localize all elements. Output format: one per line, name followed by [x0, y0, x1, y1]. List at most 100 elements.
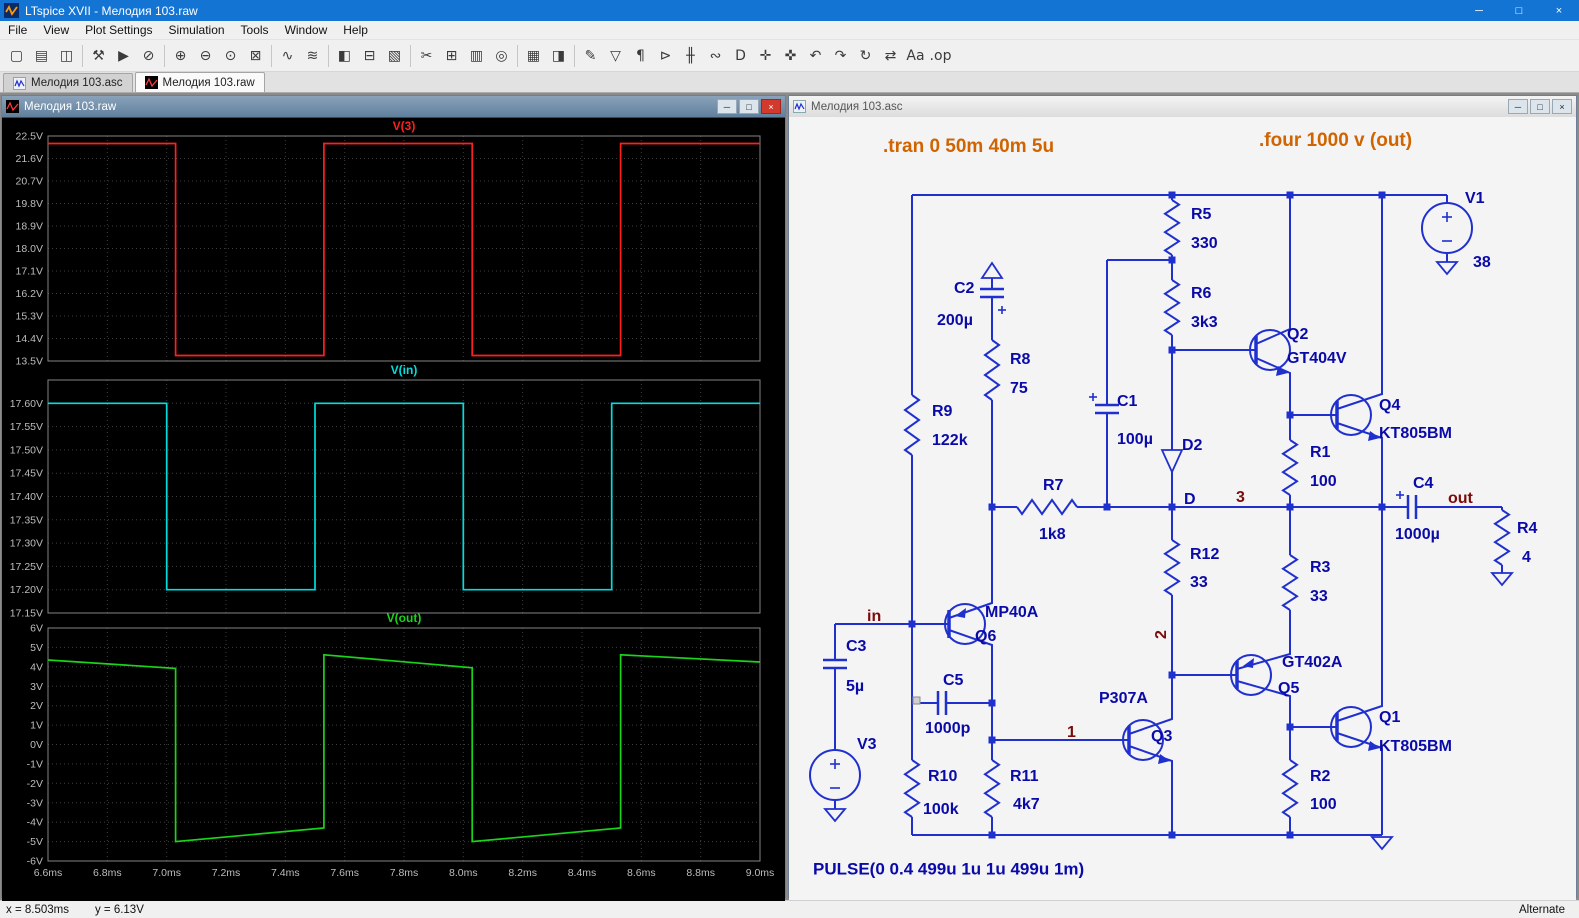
c4-value[interactable]: 1000µ — [1395, 526, 1440, 543]
paste-icon[interactable]: ▥ — [464, 43, 489, 69]
place-label-icon[interactable]: ¶ — [628, 43, 653, 69]
place-ground-icon[interactable]: ▽ — [603, 43, 628, 69]
r5-value[interactable]: 330 — [1191, 235, 1218, 252]
menu-tools[interactable]: Tools — [233, 21, 277, 39]
q2-value[interactable]: GT404V — [1287, 350, 1347, 367]
undo-icon[interactable]: ↶ — [803, 43, 828, 69]
trace-title[interactable]: V(out) — [387, 611, 422, 625]
r1-name[interactable]: R1 — [1310, 444, 1331, 461]
q6-value[interactable]: MP40A — [985, 604, 1039, 621]
r6-value[interactable]: 3k3 — [1191, 314, 1218, 331]
d2-name[interactable]: D2 — [1182, 437, 1203, 454]
r12-name[interactable]: R12 — [1190, 546, 1219, 563]
q3-value[interactable]: P307A — [1099, 690, 1148, 707]
symbol-outline[interactable] — [1370, 836, 1394, 851]
q4-name[interactable]: Q4 — [1379, 397, 1400, 414]
resistor-symbol[interactable] — [903, 759, 921, 818]
trace-title[interactable]: V(in) — [391, 363, 418, 377]
minimize-icon[interactable]: ─ — [717, 99, 737, 114]
v1-value[interactable]: 38 — [1473, 254, 1491, 271]
v1-name[interactable]: V1 — [1465, 190, 1485, 207]
net-label-3[interactable]: 3 — [1236, 489, 1245, 506]
resistor-symbol[interactable] — [1281, 439, 1299, 496]
zoom-full-extents-icon[interactable]: ⊙ — [218, 43, 243, 69]
restore-icon[interactable]: □ — [1530, 99, 1550, 114]
tab-melodia-raw[interactable]: Мелодия 103.raw — [134, 72, 265, 92]
print-icon[interactable]: ▦ — [521, 43, 546, 69]
resistor-symbol[interactable] — [903, 394, 921, 456]
open-file-icon[interactable]: ▤ — [29, 43, 54, 69]
schematic-window-titlebar[interactable]: Мелодия 103.asc ─ □ × — [789, 96, 1576, 117]
tile-vertically-icon[interactable]: ◧ — [332, 43, 357, 69]
close-icon[interactable]: × — [1552, 99, 1572, 114]
net-label-in[interactable]: in — [867, 608, 881, 625]
minimize-icon[interactable]: ─ — [1508, 99, 1528, 114]
symbol-outline[interactable] — [1435, 261, 1459, 276]
r7-name[interactable]: R7 — [1043, 477, 1064, 494]
q5-value[interactable]: GT402A — [1282, 654, 1343, 671]
close-icon[interactable]: × — [761, 99, 781, 114]
move-icon[interactable]: ✛ — [753, 43, 778, 69]
place-component-icon[interactable]: D — [728, 43, 753, 69]
r7-value[interactable]: 1k8 — [1039, 526, 1066, 543]
r4-value[interactable]: 4 — [1522, 549, 1531, 566]
symbol-outline[interactable] — [823, 808, 847, 823]
r8-name[interactable]: R8 — [1010, 351, 1031, 368]
voltage-source-body[interactable] — [809, 749, 861, 801]
r11-value[interactable]: 4k7 — [1013, 796, 1040, 813]
draw-wire-icon[interactable]: ✎ — [578, 43, 603, 69]
c1-value[interactable]: 100µ — [1117, 431, 1153, 448]
q4-value[interactable]: KT805BM — [1379, 425, 1452, 442]
cut-icon[interactable]: ✂ — [414, 43, 439, 69]
resistor-symbol[interactable] — [983, 759, 1001, 818]
resistor-symbol[interactable] — [1163, 539, 1181, 596]
resistor-symbol[interactable] — [1016, 498, 1078, 516]
minimize-icon[interactable]: ─ — [1459, 0, 1499, 21]
q1-name[interactable]: Q1 — [1379, 709, 1400, 726]
v3-pulse-value[interactable]: PULSE(0 0.4 499u 1u 1u 499u 1m) — [813, 859, 1084, 878]
r10-name[interactable]: R10 — [928, 768, 957, 785]
halt-simulation-icon[interactable]: ⊘ — [136, 43, 161, 69]
r12-value[interactable]: 33 — [1190, 574, 1208, 591]
maximize-icon[interactable]: □ — [1499, 0, 1539, 21]
symbol-outline[interactable] — [1160, 449, 1184, 475]
menu-file[interactable]: File — [0, 21, 35, 39]
directive-tran[interactable]: .tran 0 50m 40m 5u — [883, 136, 1054, 157]
r9-name[interactable]: R9 — [932, 403, 953, 420]
q1-value[interactable]: KT805BM — [1379, 738, 1452, 755]
waveform-plot-area[interactable]: 22.5V 21.6V 20.7V 19.8V 18.9V 18.0V 17.1V 16.2V… — [2, 117, 785, 901]
q3-name[interactable]: Q3 — [1151, 728, 1172, 745]
d2-value[interactable]: D — [1184, 491, 1196, 508]
symbol-outline[interactable] — [980, 261, 1004, 279]
c5-name[interactable]: C5 — [943, 672, 964, 689]
resistor-symbol[interactable] — [1163, 199, 1181, 256]
fft-icon[interactable]: ≋ — [300, 43, 325, 69]
waveform-window-titlebar[interactable]: Мелодия 103.raw ─ □ × — [2, 96, 785, 117]
net-label-1[interactable]: 1 — [1067, 724, 1076, 741]
c3-name[interactable]: C3 — [846, 638, 867, 655]
control-panel-icon[interactable]: ⚒ — [86, 43, 111, 69]
symbol-outline[interactable] — [1490, 572, 1514, 587]
r2-value[interactable]: 100 — [1310, 796, 1337, 813]
r2-name[interactable]: R2 — [1310, 768, 1331, 785]
r11-name[interactable]: R11 — [1010, 768, 1039, 785]
r4-name[interactable]: R4 — [1517, 520, 1538, 537]
r8-value[interactable]: 75 — [1010, 380, 1028, 397]
autorange-y-icon[interactable]: ∿ — [275, 43, 300, 69]
q2-name[interactable]: Q2 — [1287, 326, 1308, 343]
q6-name[interactable]: Q6 — [975, 628, 996, 645]
resistor-symbol[interactable] — [1493, 509, 1511, 566]
menu-window[interactable]: Window — [277, 21, 336, 39]
print-preview-icon[interactable]: ◨ — [546, 43, 571, 69]
trace-title[interactable]: V(3) — [393, 119, 416, 133]
copy-icon[interactable]: ⊞ — [439, 43, 464, 69]
resistor-symbol[interactable] — [983, 339, 1001, 401]
tab-melodia-asc[interactable]: Мелодия 103.asc — [3, 73, 133, 92]
menu-simulation[interactable]: Simulation — [161, 21, 233, 39]
run-simulation-icon[interactable]: ▶ — [111, 43, 136, 69]
v3-name[interactable]: V3 — [857, 736, 877, 753]
schematic-canvas[interactable]: .tran 0 50m 40m 5u .four 1000 v (out) V1 38… — [789, 117, 1576, 900]
schematic-drawing[interactable]: .tran 0 50m 40m 5u .four 1000 v (out) V1 38… — [789, 117, 1576, 897]
r1-value[interactable]: 100 — [1310, 473, 1337, 490]
directive-four[interactable]: .four 1000 v (out) — [1259, 130, 1412, 151]
